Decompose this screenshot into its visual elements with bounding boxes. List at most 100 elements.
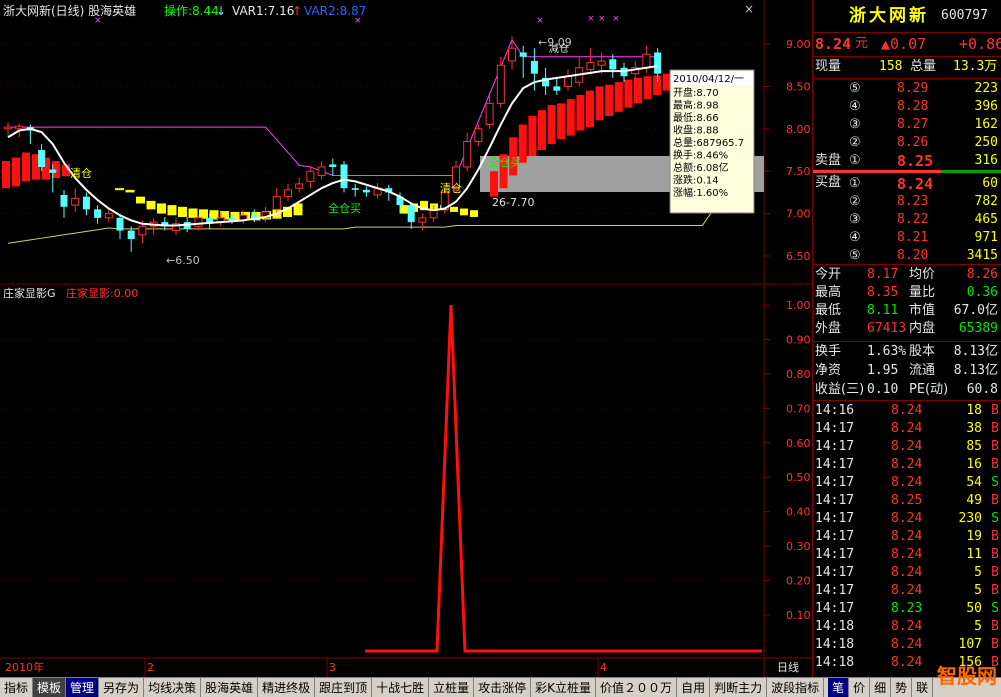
candle-body <box>642 53 651 69</box>
buy-bar <box>941 170 1001 173</box>
red-block <box>2 161 10 189</box>
candle-body <box>82 196 90 210</box>
price-tick-label: 8.00 <box>786 123 811 136</box>
indicator-tab[interactable]: 精进终极 <box>258 678 316 697</box>
value-tick-label: 0.50 <box>786 471 811 484</box>
value-tick-label: 0.60 <box>786 437 811 450</box>
candle-body <box>127 230 135 240</box>
stat-row: 最高 8.35 量比 0.36 <box>815 285 998 300</box>
bid-row[interactable]: ③ 8.22 465 <box>813 211 1001 229</box>
lower-value-axis: 1.00 0.90 0.80 0.70 0.60 0.50 0.40 0.30 0.20 0.10 <box>764 299 811 622</box>
red-block <box>557 103 566 139</box>
bid-row[interactable]: ① 8.24 60 <box>813 175 1001 193</box>
candle-body <box>49 169 57 173</box>
candle-body <box>228 217 236 221</box>
candle-tooltip: 2010/04/12/一 开盘:8.70最高:8.98最低:8.66收盘:8.8… <box>669 69 755 214</box>
indicator-tab[interactable]: 波段指标 <box>767 678 825 697</box>
candle-body <box>340 164 348 189</box>
stat-row: 最低 8.11 市值 67.0亿 <box>815 303 998 318</box>
candle-body <box>329 164 337 167</box>
panel-tab[interactable]: 势 <box>891 678 913 697</box>
candle-body <box>530 60 538 74</box>
yellow-block <box>450 206 458 212</box>
indicator-tab[interactable]: 自用 <box>677 678 711 697</box>
clear-annotation-2: 清仓 <box>440 181 462 195</box>
indicator-tab[interactable]: 彩K立桩量 <box>531 678 597 697</box>
red-block <box>576 94 585 131</box>
close-icon[interactable]: × <box>744 2 754 16</box>
price-tick-label: 8.50 <box>786 80 811 93</box>
red-block <box>566 99 575 136</box>
candle-body <box>553 86 561 91</box>
tooltip-line: 收盘:8.88 <box>673 124 719 137</box>
stat-row: 外盘 67413 内盘 65389 <box>815 321 998 336</box>
indicator-tab[interactable]: 另存为 <box>99 678 145 697</box>
candle-body <box>295 183 304 189</box>
bid-row[interactable]: ⑤ 8.20 3415 <box>813 247 1001 265</box>
ind1-label: 操作:8.44 <box>164 3 219 18</box>
value-tick-label: 0.20 <box>786 575 811 588</box>
chart-area[interactable]: × × × × × × 浙大网新(日线) 股海英雄 操作:8.44 ↓ VAR1:7.16… <box>0 0 812 677</box>
indicator-tab[interactable]: 攻击涨停 <box>474 678 532 697</box>
red-block <box>528 116 537 156</box>
indicator-tab[interactable]: 十战七胜 <box>372 678 430 697</box>
ask-row[interactable]: ⑤ 8.29 223 <box>813 80 1001 98</box>
candle-body <box>418 217 427 223</box>
zhuangjia-line <box>365 304 762 653</box>
bid-row[interactable]: ④ 8.21 971 <box>813 229 1001 247</box>
panel-tab[interactable]: 价 <box>849 678 871 697</box>
indicator-tab[interactable]: 股海英雄 <box>201 678 259 697</box>
lower-title: 庄家显影G <box>3 286 56 300</box>
indicator-tab[interactable]: 管理 <box>66 678 100 697</box>
signal-marker: × <box>536 16 544 26</box>
tick-row: 14:17 8.24 85 B <box>815 439 999 454</box>
signal-marker: × <box>587 14 595 24</box>
ind2-arrow-icon: ↑ <box>292 4 302 18</box>
indicator-tab[interactable]: 判断主力 <box>710 678 768 697</box>
tick-row: 14:17 8.24 5 B <box>815 565 999 580</box>
tick-row: 14:17 8.25 49 B <box>815 493 999 508</box>
ind1-arrow-icon: ↓ <box>216 4 226 18</box>
panel-tab[interactable]: 细 <box>870 678 892 697</box>
price-change: ▲0.07 <box>881 35 927 53</box>
panel-tab[interactable]: 联 <box>912 678 934 697</box>
value-tick-label: 0.90 <box>786 333 811 346</box>
yellow-block <box>460 208 468 216</box>
indicator-tab[interactable]: 跟庄到顶 <box>315 678 373 697</box>
reduce-annotation: 减仓 <box>549 42 569 55</box>
indicator-tab[interactable]: 均线决策 <box>144 678 202 697</box>
candle-body <box>306 170 315 182</box>
panel-tab[interactable]: 笔 <box>828 678 850 697</box>
yellow-block <box>400 205 408 214</box>
yellow-block <box>188 208 198 218</box>
stat-row: 净资 1.95 流通 8.13亿 <box>815 363 998 378</box>
tooltip-line: 总量:687965.7 <box>673 136 744 149</box>
upper-price-axis: 9.00 8.50 8.00 7.50 7.00 6.50 <box>764 38 811 263</box>
candle-body <box>508 47 516 62</box>
red-block <box>605 84 614 117</box>
red-block <box>12 157 20 187</box>
stat-row: 换手 1.63% 股本 8.13亿 <box>815 344 998 359</box>
low-annotation: ←6.50 <box>166 254 200 267</box>
indicator-tab[interactable]: 价值２００万 <box>596 678 678 697</box>
candle-body <box>564 75 572 87</box>
candle-body <box>94 209 102 218</box>
timeframe-label[interactable]: 日线 <box>777 660 799 674</box>
indicator-tab[interactable]: 模板 <box>33 678 67 697</box>
red-block <box>643 76 652 100</box>
upper-grid <box>0 43 763 257</box>
total-volume: 13.3万 <box>953 59 998 74</box>
yellow-block <box>167 205 177 216</box>
tooltip-line: 涨跌:0.14 <box>673 174 719 187</box>
indicator-tab[interactable]: 立桩量 <box>429 678 475 697</box>
point-annotation: 26-7.70 <box>492 196 534 209</box>
price-tick-label: 7.50 <box>786 165 811 178</box>
ask-row[interactable]: ③ 8.27 162 <box>813 116 1001 134</box>
ask-row[interactable]: ① 8.25 316 <box>813 152 1001 170</box>
indicator-tab[interactable]: 指标 <box>0 678 34 697</box>
ask-row[interactable]: ④ 8.28 396 <box>813 98 1001 116</box>
stock-code: 600797 <box>941 8 988 23</box>
ask-row[interactable]: ② 8.26 250 <box>813 134 1001 152</box>
bid-row[interactable]: ② 8.23 782 <box>813 193 1001 211</box>
candle-body <box>496 64 505 104</box>
